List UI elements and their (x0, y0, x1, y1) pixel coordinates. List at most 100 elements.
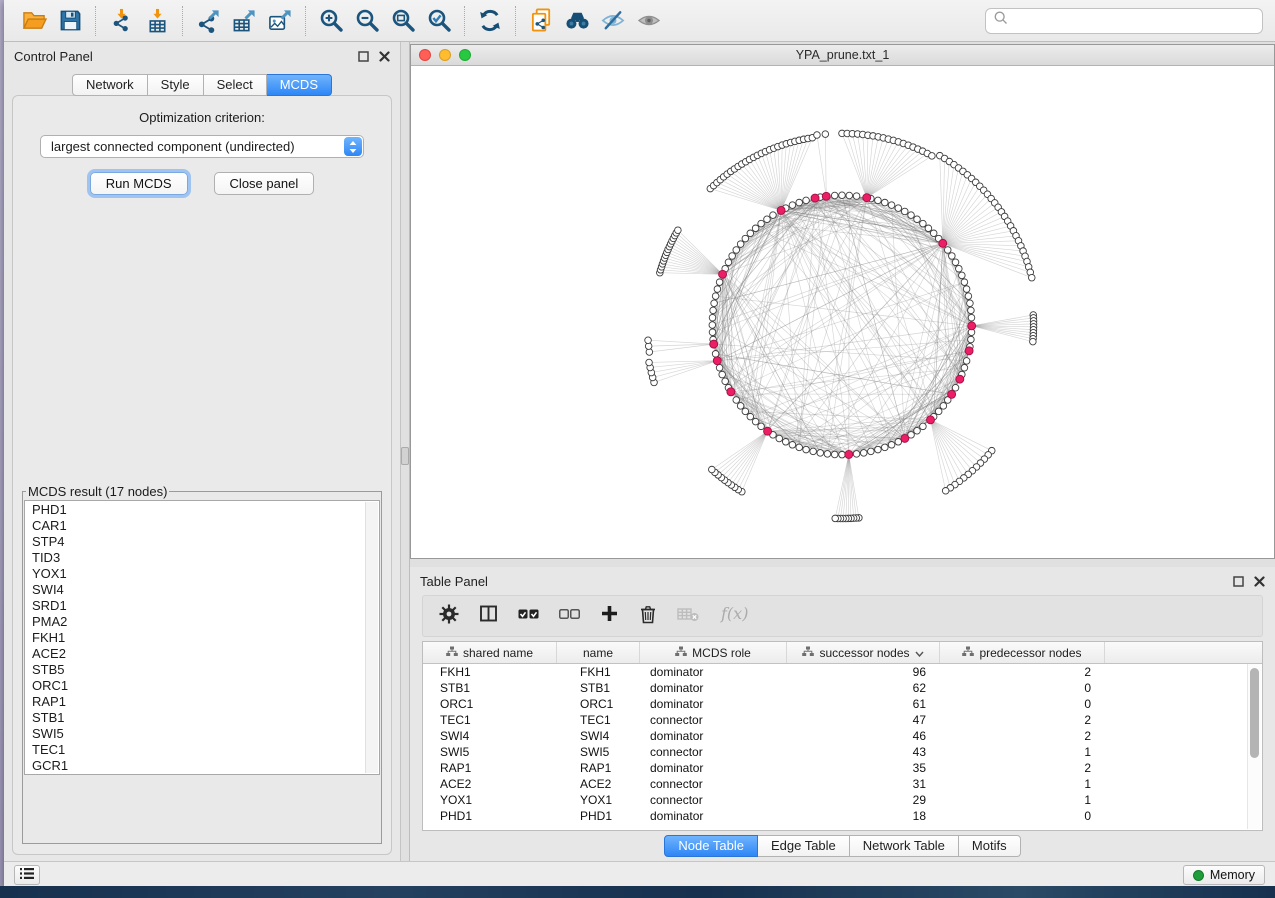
search-input[interactable] (1014, 12, 1255, 29)
import-table-from-file-button[interactable] (139, 4, 175, 38)
close-panel-icon[interactable] (379, 51, 390, 62)
table-row[interactable]: SWI4SWI4dominator462 (423, 728, 1262, 744)
apply-preferred-layout-icon (477, 8, 503, 33)
zoom-fit-content-button[interactable] (385, 4, 421, 38)
control-panel-title: Control Panel (14, 49, 93, 64)
first-neighbors-button[interactable] (559, 4, 595, 38)
column-header-shared-name[interactable]: shared name (423, 642, 557, 663)
close-table-panel-icon[interactable] (1254, 576, 1265, 587)
splitter-grip[interactable] (401, 447, 409, 465)
column-label: name (583, 646, 613, 660)
network-canvas[interactable] (411, 66, 1274, 558)
table-row[interactable]: RAP1RAP1dominator352 (423, 760, 1262, 776)
table-row[interactable]: FKH1FKH1dominator962 (423, 664, 1262, 680)
search-field[interactable] (985, 8, 1263, 34)
export-network-button[interactable] (190, 4, 226, 38)
mcds-result-item[interactable]: SRD1 (32, 598, 379, 614)
search-icon (993, 10, 1009, 31)
tab-motifs[interactable]: Motifs (959, 835, 1021, 857)
window-minimize-button[interactable] (439, 49, 451, 61)
horizontal-splitter[interactable] (410, 559, 1275, 567)
tab-mcds[interactable]: MCDS (267, 74, 332, 96)
table-panel-title: Table Panel (420, 574, 488, 589)
cell: 2 (940, 665, 1105, 679)
network-view-title: YPA_prune.txt_1 (411, 48, 1274, 62)
mcds-result-list[interactable]: PHD1CAR1STP4TID3YOX1SWI4SRD1PMA2FKH1ACE2… (24, 500, 380, 775)
import-network-from-file-button[interactable] (103, 4, 139, 38)
window-zoom-button[interactable] (459, 49, 471, 61)
tab-network[interactable]: Network (72, 74, 148, 96)
column-header-predecessor-nodes[interactable]: predecessor nodes (940, 642, 1105, 663)
clone-network-button[interactable] (523, 4, 559, 38)
cell: connector (640, 777, 787, 791)
float-table-panel-icon[interactable] (1233, 576, 1244, 587)
mcds-result-item[interactable]: STB5 (32, 662, 379, 678)
mcds-result-item[interactable]: ORC1 (32, 678, 379, 694)
mcds-result-item[interactable]: RAP1 (32, 694, 379, 710)
table-row[interactable]: STB1STB1dominator620 (423, 680, 1262, 696)
table-tabs: Node TableEdge TableNetwork TableMotifs (410, 831, 1275, 861)
table-row[interactable]: YOX1YOX1connector291 (423, 792, 1262, 808)
float-panel-icon[interactable] (358, 51, 369, 62)
column-header-successor-nodes[interactable]: successor nodes (787, 642, 940, 663)
result-list-scrollbar[interactable] (365, 502, 378, 773)
zoom-in-button[interactable] (313, 4, 349, 38)
table-row[interactable]: ORC1ORC1dominator610 (423, 696, 1262, 712)
mcds-result-item[interactable]: PMA2 (32, 614, 379, 630)
mcds-result-item[interactable]: GCR1 (32, 758, 379, 774)
mcds-result-item[interactable]: TEC1 (32, 742, 379, 758)
table-settings-button[interactable] (439, 604, 459, 629)
criterion-select[interactable]: largest connected component (undirected) (40, 135, 364, 158)
scrollbar-thumb[interactable] (1250, 668, 1259, 758)
close-panel-button[interactable]: Close panel (214, 172, 315, 195)
mcds-result-item[interactable]: ACE2 (32, 646, 379, 662)
show-all-hidden-button[interactable] (631, 4, 667, 38)
table-scrollbar[interactable] (1247, 664, 1261, 829)
mcds-result-item[interactable]: PHD1 (32, 502, 379, 518)
network-graph[interactable] (411, 66, 1274, 558)
table-row[interactable]: TEC1TEC1connector472 (423, 712, 1262, 728)
mcds-result-item[interactable]: SWI4 (32, 582, 379, 598)
mcds-result-item[interactable]: STB1 (32, 710, 379, 726)
window-close-button[interactable] (419, 49, 431, 61)
export-image-button[interactable] (262, 4, 298, 38)
tab-select[interactable]: Select (204, 74, 267, 96)
table-row[interactable]: PHD1PHD1dominator180 (423, 808, 1262, 824)
run-mcds-button[interactable]: Run MCDS (90, 172, 188, 195)
zoom-out-button[interactable] (349, 4, 385, 38)
mcds-result-item[interactable]: TID3 (32, 550, 379, 566)
memory-button[interactable]: Memory (1183, 865, 1265, 885)
mcds-result-item[interactable]: STP4 (32, 534, 379, 550)
hide-selected-button[interactable] (595, 4, 631, 38)
show-columns-button[interactable] (479, 604, 498, 628)
tab-network-table[interactable]: Network Table (850, 835, 959, 857)
zoom-selected-region-icon (427, 8, 452, 33)
column-header-mcds-role[interactable]: MCDS role (640, 642, 787, 663)
main-toolbar (4, 0, 1275, 42)
function-builder-button: f(x) (719, 603, 753, 630)
apply-preferred-layout-button[interactable] (472, 4, 508, 38)
tab-node-table[interactable]: Node Table (664, 835, 758, 857)
delete-column-button[interactable] (639, 604, 657, 629)
mcds-result-item[interactable]: SWI5 (32, 726, 379, 742)
tab-edge-table[interactable]: Edge Table (758, 835, 850, 857)
deselect-all-rows-button[interactable] (559, 607, 580, 626)
create-column-button[interactable] (600, 604, 619, 628)
table-row[interactable]: SWI5SWI5connector431 (423, 744, 1262, 760)
tab-style[interactable]: Style (148, 74, 204, 96)
mcds-result-item[interactable]: FKH1 (32, 630, 379, 646)
table-row[interactable]: ACE2ACE2connector311 (423, 776, 1262, 792)
save-session-button[interactable] (52, 4, 88, 38)
open-file-button[interactable] (16, 4, 52, 38)
task-history-button[interactable] (14, 865, 40, 885)
zoom-fit-content-icon (391, 8, 416, 33)
export-table-button[interactable] (226, 4, 262, 38)
cell: 0 (940, 809, 1105, 823)
select-all-rows-button[interactable] (518, 607, 539, 626)
zoom-selected-region-button[interactable] (421, 4, 457, 38)
column-header-name[interactable]: name (557, 642, 640, 663)
mcds-result-item[interactable]: CAR1 (32, 518, 379, 534)
gear-icon (439, 604, 459, 629)
mcds-result-item[interactable]: YOX1 (32, 566, 379, 582)
vertical-splitter[interactable] (400, 42, 410, 861)
